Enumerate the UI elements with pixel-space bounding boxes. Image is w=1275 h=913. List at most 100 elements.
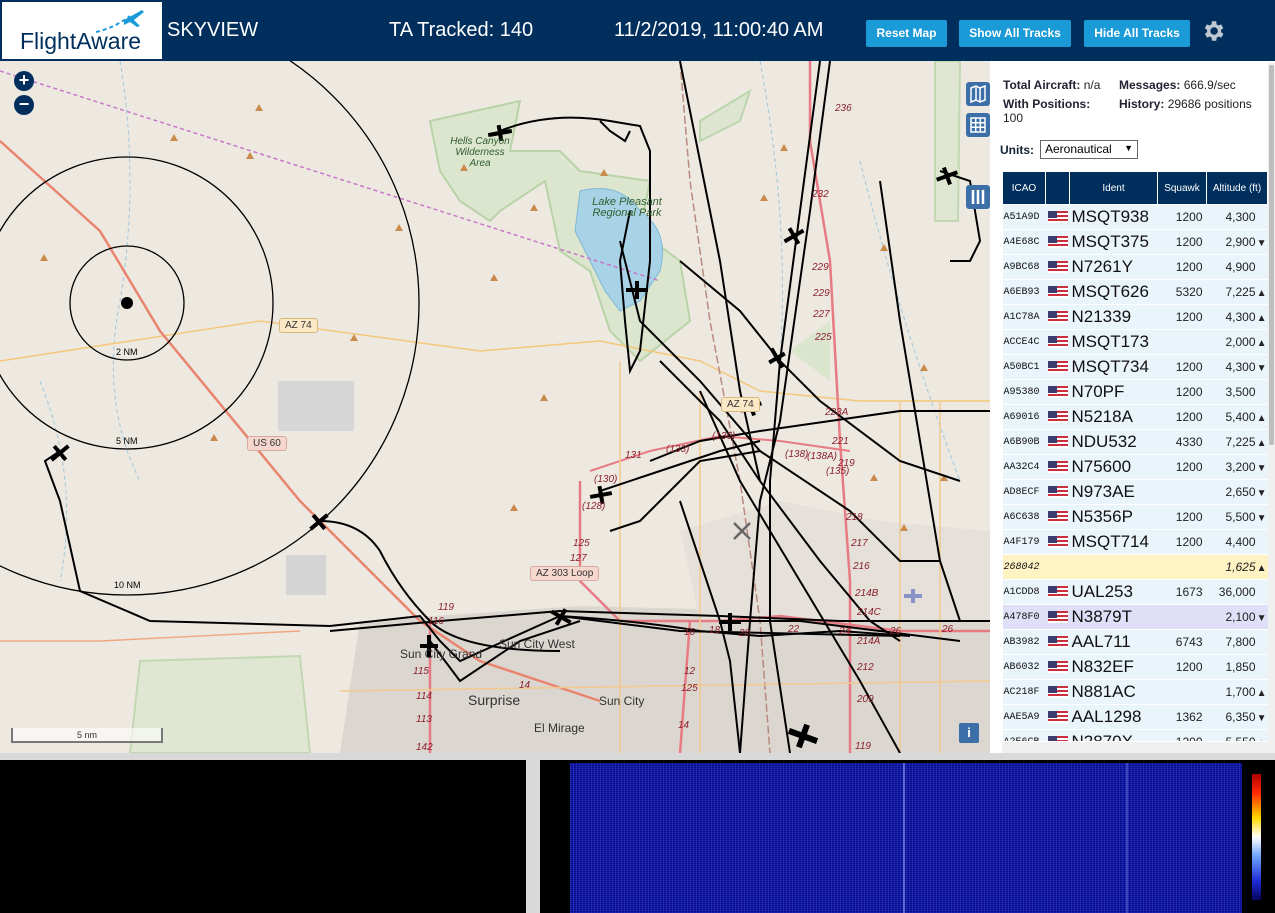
ident-cell: NDU532 xyxy=(1069,429,1158,455)
route-number-label: (128) xyxy=(582,501,606,512)
altitude-trend: ▲ xyxy=(1256,563,1267,574)
panel-columns-button[interactable] xyxy=(966,185,990,209)
table-row[interactable]: A1CDD8 UAL253 1673 36,000 xyxy=(1002,579,1268,605)
icao-cell: A69016 xyxy=(1002,404,1046,430)
altitude-trend: ▼ xyxy=(1256,463,1267,474)
column-header-flag[interactable] xyxy=(1045,171,1070,205)
route-number-label: 26 xyxy=(890,626,902,637)
pane-divider[interactable] xyxy=(526,753,540,913)
history-value: 29686 positions xyxy=(1167,97,1252,111)
show-all-tracks-button[interactable]: Show All Tracks xyxy=(959,20,1071,47)
table-row[interactable]: A4E68C MSQT375 1200 2,900▼ xyxy=(1002,229,1268,255)
table-row[interactable]: A6C638 N5356P 1200 5,500▼ xyxy=(1002,504,1268,530)
info-icon[interactable]: i xyxy=(959,723,979,743)
table-row[interactable]: AD8ECF N973AE 2,650▼ xyxy=(1002,479,1268,505)
table-row[interactable]: A51A9D MSQT938 1200 4,300 xyxy=(1002,204,1268,230)
column-header-squawk[interactable]: Squawk xyxy=(1157,171,1207,205)
gear-icon[interactable] xyxy=(1200,18,1226,44)
hide-all-tracks-button[interactable]: Hide All Tracks xyxy=(1084,20,1190,47)
flightaware-logo[interactable]: FlightAware xyxy=(2,2,162,59)
scrollbar-thumb[interactable] xyxy=(1269,65,1274,445)
icao-cell: A2E6CB xyxy=(1002,729,1046,741)
altitude-value: 4,400 xyxy=(1225,535,1256,549)
road-shield-az303: AZ 303 Loop xyxy=(530,566,600,581)
column-header-ident[interactable]: Ident xyxy=(1069,171,1158,205)
column-header-altitude[interactable]: Altitude (ft) xyxy=(1206,171,1268,205)
column-header-icao[interactable]: ICAO xyxy=(1002,171,1046,205)
altitude-value: 1,700 xyxy=(1225,685,1256,699)
columns-icon xyxy=(971,190,985,204)
reset-map-button[interactable]: Reset Map xyxy=(866,20,947,47)
table-row[interactable]: A4F179 MSQT714 1200 4,400 xyxy=(1002,529,1268,555)
table-row[interactable]: A1C78A N21339 1200 4,300▲ xyxy=(1002,304,1268,330)
us-flag-icon xyxy=(1047,735,1068,741)
units-select[interactable]: Aeronautical xyxy=(1040,140,1138,159)
flag-cell xyxy=(1045,229,1070,255)
us-flag-icon xyxy=(1047,585,1068,598)
ident-cell: N5356P xyxy=(1069,504,1158,530)
map-layers-button[interactable] xyxy=(966,82,990,106)
grid-toggle-button[interactable] xyxy=(966,113,990,137)
table-row[interactable]: A69016 N5218A 1200 5,400▲ xyxy=(1002,404,1268,430)
table-row[interactable]: AB6032 N832EF 1200 1,850 xyxy=(1002,654,1268,680)
flag-cell xyxy=(1045,254,1070,280)
table-row[interactable]: 268042 1,625▲ xyxy=(1002,554,1268,580)
squawk-cell xyxy=(1157,604,1207,630)
route-number-label: 113 xyxy=(416,714,432,725)
squawk-cell xyxy=(1157,679,1207,705)
table-row[interactable]: ACCE4C MSQT173 2,000▲ xyxy=(1002,329,1268,355)
ident-cell: MSQT714 xyxy=(1069,529,1158,555)
squawk-cell xyxy=(1157,554,1207,580)
altitude-cell: 7,800 xyxy=(1206,629,1268,655)
route-number-label: 22 xyxy=(788,624,800,635)
map-view[interactable]: 2 NM 5 NM 10 NM AZ 74 US 60 AZ 74 AZ 303… xyxy=(0,61,990,753)
flag-cell xyxy=(1045,604,1070,630)
altitude-cell: 1,625▲ xyxy=(1206,554,1268,580)
table-row[interactable]: A478F0 N3879T 2,100▼ xyxy=(1002,604,1268,630)
altitude-trend: ▼ xyxy=(1256,488,1267,499)
spectrum-waterfall xyxy=(540,760,1275,913)
table-row[interactable]: A6EB93 MSQT626 5320 7,225▲ xyxy=(1002,279,1268,305)
table-row[interactable]: AA32C4 N75600 1200 3,200▼ xyxy=(1002,454,1268,480)
place-hells-canyon: Hells Canyon Wilderness Area xyxy=(450,136,510,169)
altitude-value: 4,300 xyxy=(1225,310,1256,324)
table-row[interactable]: A2E6CBN2870X12005,550▲ xyxy=(1002,729,1268,741)
us-flag-icon xyxy=(1047,335,1068,348)
flag-cell xyxy=(1045,529,1070,555)
route-number-label: 214B xyxy=(855,588,879,599)
squawk-cell: 4330 xyxy=(1157,429,1207,455)
table-row[interactable]: A6B90B NDU532 4330 7,225▲ xyxy=(1002,429,1268,455)
ident-cell: MSQT375 xyxy=(1069,229,1158,255)
route-number-label: (130) xyxy=(594,474,618,485)
altitude-trend: ▲ xyxy=(1256,438,1267,449)
table-row[interactable]: A50BC1 MSQT734 1200 4,300▼ xyxy=(1002,354,1268,380)
route-number-label: 214A xyxy=(857,636,881,647)
altitude-trend: ▼ xyxy=(1256,513,1267,524)
total-aircraft-stat: Total Aircraft: n/a xyxy=(1003,78,1100,92)
table-row[interactable]: A95380 N70PF 1200 3,500 xyxy=(1002,379,1268,405)
icao-cell: 268042 xyxy=(1002,554,1046,580)
route-number-label: (138) xyxy=(785,449,809,460)
route-number-label: 214C xyxy=(857,607,881,618)
route-number-label: 127 xyxy=(570,553,587,564)
panel-vertical-scrollbar[interactable] xyxy=(1268,63,1275,753)
us-flag-icon xyxy=(1047,610,1068,623)
table-row[interactable]: AB3982 AAL711 6743 7,800 xyxy=(1002,629,1268,655)
ident-cell: N973AE xyxy=(1069,479,1158,505)
us-flag-icon xyxy=(1047,685,1068,698)
table-row[interactable]: AC218F N881AC 1,700▲ xyxy=(1002,679,1268,705)
us-flag-icon xyxy=(1047,485,1068,498)
icao-cell: AA32C4 xyxy=(1002,454,1046,480)
squawk-cell: 1200 xyxy=(1157,654,1207,680)
with-positions-value: 100 xyxy=(1003,111,1024,125)
table-horizontal-scrollbar[interactable] xyxy=(1002,742,1268,753)
table-row[interactable]: AAE5A9 AAL1298 1362 6,350▼ xyxy=(1002,704,1268,730)
zoom-in-button[interactable]: + xyxy=(14,71,34,91)
squawk-cell xyxy=(1157,329,1207,355)
zoom-out-button[interactable]: − xyxy=(14,95,34,115)
altitude-trend: ▲ xyxy=(1256,313,1267,324)
table-row[interactable]: A9BC68 N7261Y 1200 4,900 xyxy=(1002,254,1268,280)
us-flag-icon xyxy=(1047,535,1068,548)
us-flag-icon xyxy=(1047,360,1068,373)
route-number-label: 125 xyxy=(573,538,590,549)
